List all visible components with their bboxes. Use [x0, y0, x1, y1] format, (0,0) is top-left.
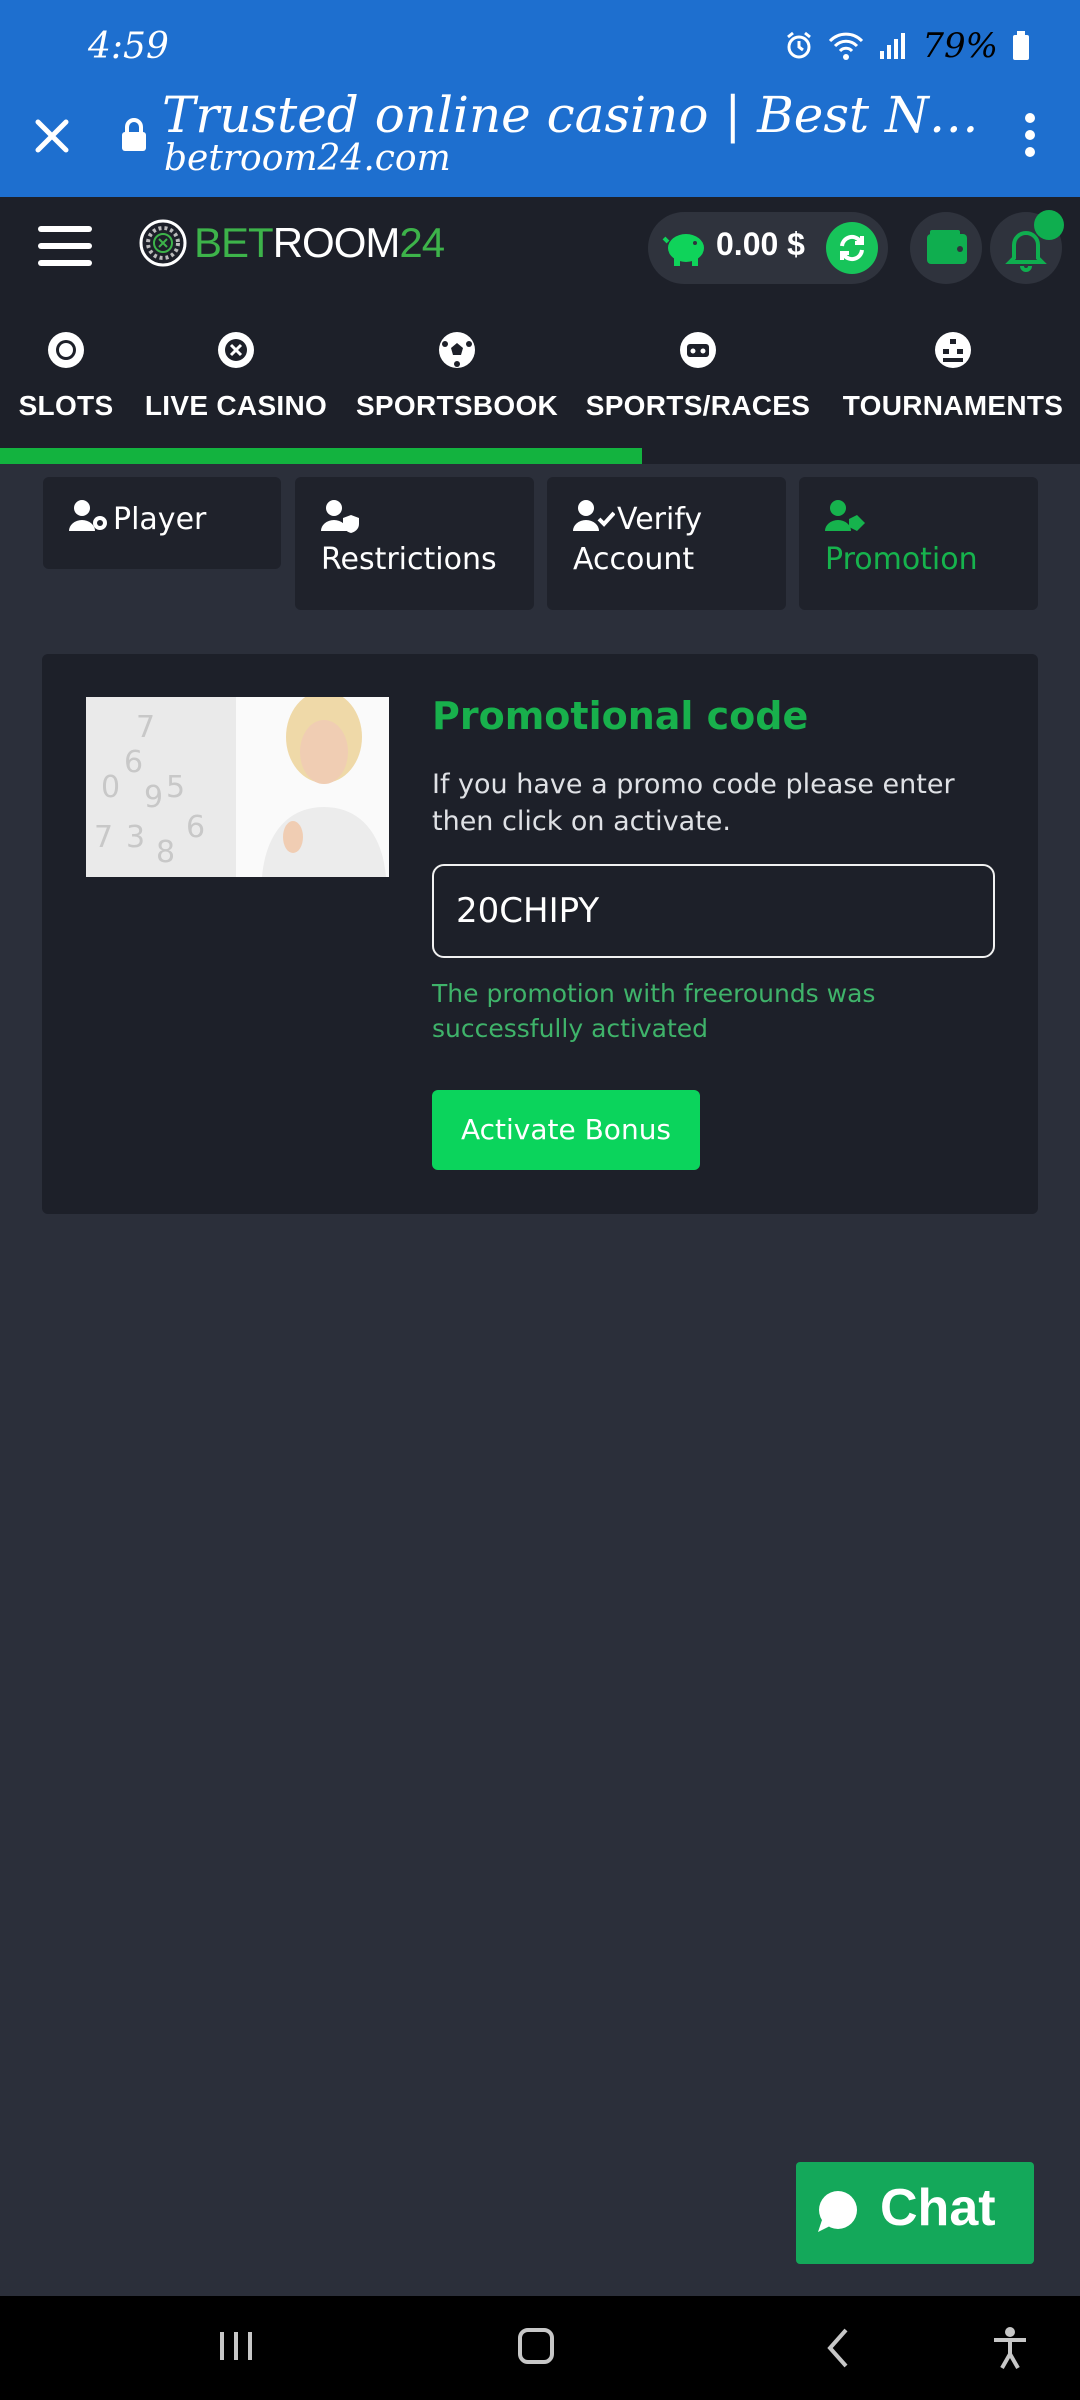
svg-text:3: 3 — [126, 820, 145, 855]
roulette-icon — [218, 332, 254, 368]
vr-headset-icon — [680, 332, 716, 368]
nav-label: TOURNAMENTS — [842, 390, 1064, 421]
nav-item-sportsbook[interactable]: SPORTSBOOK — [356, 302, 558, 442]
bracket-icon — [935, 332, 971, 368]
promo-description: If you have a promo code please enter th… — [432, 769, 955, 837]
svg-text:6: 6 — [186, 810, 205, 845]
user-gear-icon — [69, 500, 107, 531]
tab-label: Restrictions — [321, 542, 497, 577]
nav-label: SPORTSBOOK — [355, 390, 559, 421]
recent-apps-icon[interactable] — [218, 2330, 254, 2362]
menu-icon[interactable] — [38, 226, 92, 266]
activate-bonus-button[interactable]: Activate Bonus — [432, 1090, 700, 1170]
promo-title: Promotional code — [432, 694, 809, 738]
logo-text: BETROOM24 — [194, 219, 445, 266]
nav-item-tournaments[interactable]: TOURNAMENTS — [843, 302, 1063, 442]
browser-page-title[interactable]: Trusted online casino | Best No W... — [162, 86, 982, 144]
svg-text:5: 5 — [166, 770, 185, 805]
tab-label: Player — [113, 502, 207, 537]
promo-illustration: 760 9 57 3 68 — [86, 697, 389, 877]
chat-label: Chat — [880, 2179, 996, 2237]
wallet-button[interactable] — [910, 212, 982, 284]
wallet-icon — [927, 230, 967, 264]
chat-bubble-icon — [818, 2191, 857, 2232]
nav-label: SPORTS/RACES — [585, 390, 811, 421]
alarm-icon — [787, 31, 812, 59]
svg-text:7: 7 — [94, 820, 113, 855]
battery-percent: 79% — [922, 26, 998, 66]
nav-item-sports-races[interactable]: SPORTS/RACES — [586, 302, 810, 442]
battery-icon — [1013, 31, 1029, 60]
tab-promotion[interactable]: Promotion — [799, 477, 1038, 610]
svg-text:9: 9 — [144, 780, 163, 815]
app-root: 4:59 79% Trusted online casino | Best No… — [0, 0, 1080, 2400]
back-icon[interactable] — [826, 2328, 850, 2368]
refresh-icon — [840, 234, 864, 262]
close-icon[interactable] — [28, 112, 76, 160]
user-check-icon — [573, 500, 615, 531]
more-vert-icon[interactable] — [1022, 112, 1038, 158]
nav-scroll-indicator — [0, 448, 642, 464]
promo-success-message: The promotion with freerounds was succes… — [432, 979, 876, 1043]
piggy-bank-icon — [662, 234, 704, 266]
tab-restrictions[interactable]: Restrictions — [295, 477, 534, 610]
balance-pill[interactable]: 0.00 $ — [648, 212, 888, 284]
tab-player[interactable]: Player — [43, 477, 281, 569]
accessibility-icon[interactable] — [990, 2326, 1030, 2370]
status-icons: 79% — [784, 26, 1030, 66]
svg-text:7: 7 — [136, 710, 155, 745]
nav-item-slots[interactable]: SLOTS — [14, 302, 118, 442]
svg-text:6: 6 — [124, 745, 143, 780]
soccer-ball-icon — [439, 332, 475, 368]
user-tag-icon — [825, 500, 865, 531]
user-shield-icon — [321, 500, 359, 533]
nav-label: SLOTS — [18, 390, 114, 421]
nav-label: LIVE CASINO — [144, 390, 328, 421]
status-time: 4:59 — [88, 26, 169, 67]
lock-icon — [122, 118, 146, 151]
site-logo[interactable]: BETROOM24 — [138, 218, 445, 268]
browser-url[interactable]: betroom24.com — [164, 138, 451, 179]
tab-label: Promotion — [825, 542, 978, 577]
tab-verify-account[interactable]: Verify Account — [547, 477, 786, 610]
signal-icon — [880, 33, 906, 59]
wifi-icon — [829, 32, 864, 60]
chat-button[interactable]: Chat — [796, 2162, 1034, 2264]
promo-image: 760 957 368 — [86, 697, 389, 877]
svg-text:8: 8 — [156, 835, 175, 870]
promo-code-input[interactable]: 20CHIPY — [432, 864, 995, 958]
slots-icon — [48, 332, 84, 368]
svg-text:0: 0 — [101, 770, 120, 805]
balance-amount: 0.00 $ — [716, 226, 805, 262]
notification-dot — [1034, 210, 1064, 240]
home-icon[interactable] — [518, 2328, 554, 2364]
nav-item-live-casino[interactable]: LIVE CASINO — [144, 302, 328, 442]
refresh-button[interactable] — [826, 222, 878, 274]
roulette-logo-icon — [139, 219, 187, 267]
